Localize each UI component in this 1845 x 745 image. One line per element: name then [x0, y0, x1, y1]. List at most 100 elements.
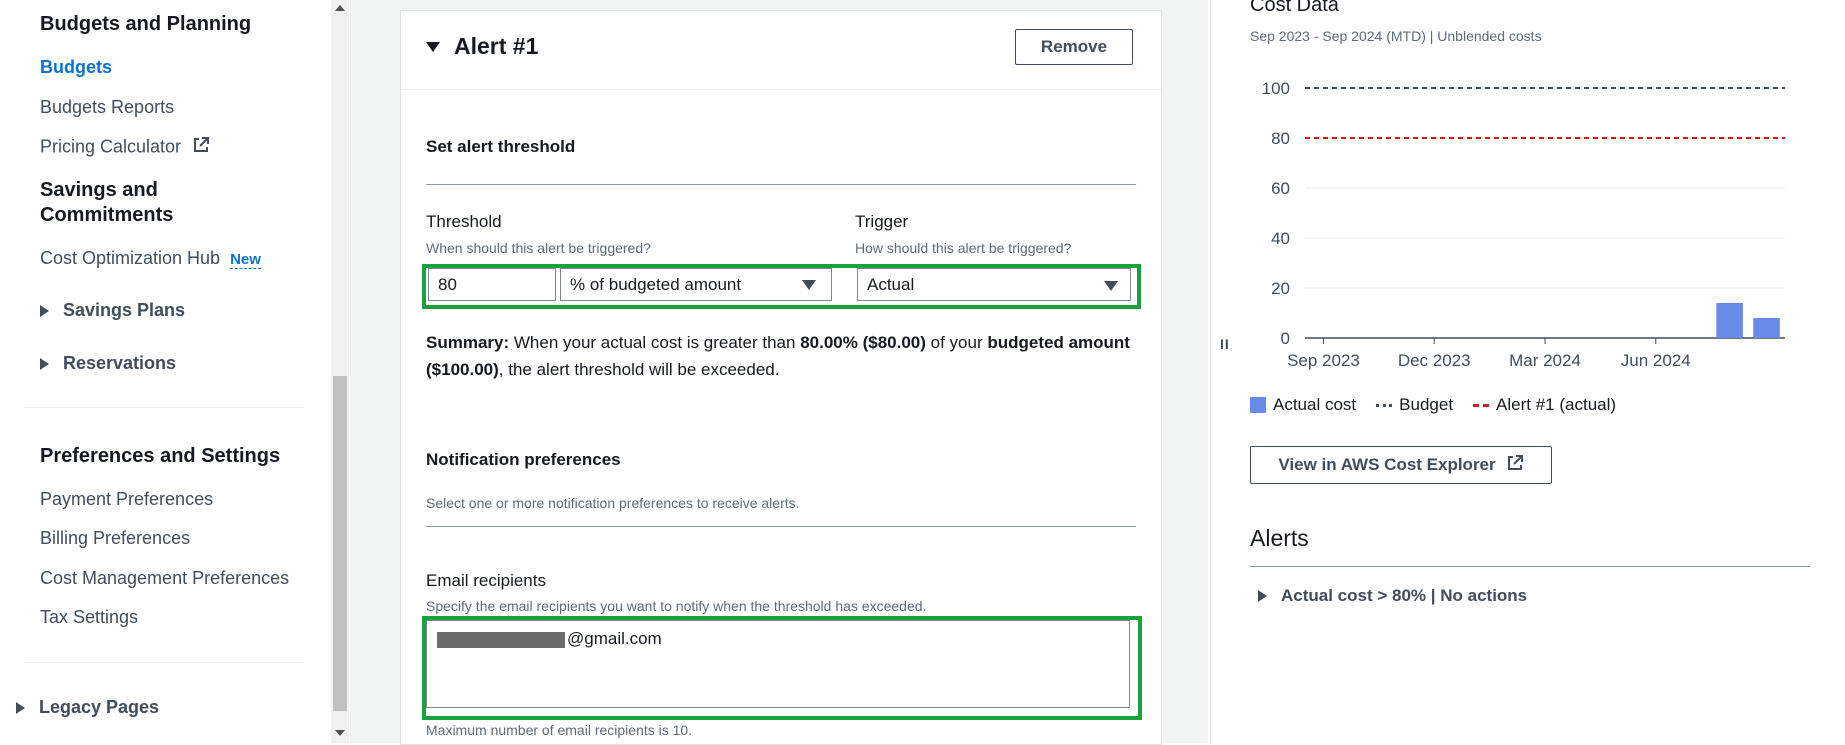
- external-link-icon: [1506, 454, 1524, 477]
- legacy-pages-label: Legacy Pages: [39, 697, 160, 717]
- caret-right-icon: [40, 357, 49, 370]
- remove-button[interactable]: Remove: [1015, 29, 1133, 65]
- threshold-description: When should this alert be triggered?: [426, 240, 651, 256]
- sidebar-item-cost-management-preferences[interactable]: Cost Management Preferences: [40, 568, 289, 589]
- summary-text-2: of your: [930, 333, 983, 352]
- cost-data-subtitle: Sep 2023 - Sep 2024 (MTD) | Unblended co…: [1250, 28, 1542, 44]
- redacted-email: [437, 631, 565, 648]
- section-divider: [426, 184, 1136, 185]
- x-tick-label: Dec 2023: [1398, 351, 1471, 370]
- threshold-input[interactable]: 80: [428, 268, 556, 301]
- sidebar-item-tax-settings[interactable]: Tax Settings: [40, 607, 138, 628]
- y-tick-label: 20: [1271, 279, 1290, 298]
- set-threshold-heading: Set alert threshold: [426, 137, 576, 156]
- sidebar-item-budgets-reports[interactable]: Budgets Reports: [40, 97, 174, 118]
- section-divider: [426, 526, 1136, 527]
- sidebar-divider: [24, 662, 304, 663]
- dropdown-caret-icon: [802, 280, 816, 290]
- email-value: @gmail.com: [567, 629, 662, 648]
- email-recipients-description: Specify the email recipients you want to…: [426, 598, 927, 614]
- caret-down-icon: [426, 41, 440, 52]
- legend-actual-cost: Actual cost: [1250, 395, 1356, 415]
- savings-plans-label: Savings Plans: [63, 300, 186, 320]
- scroll-down-icon[interactable]: [335, 730, 345, 736]
- alert-expandable-row[interactable]: Actual cost > 80% | No actions: [1258, 586, 1527, 606]
- x-tick-label: Mar 2024: [1509, 351, 1581, 370]
- trigger-select[interactable]: Actual: [857, 268, 1131, 301]
- x-tick-label: Sep 2023: [1287, 351, 1360, 370]
- scrollbar-thumb[interactable]: [333, 376, 347, 711]
- view-btn-label: View in AWS Cost Explorer: [1278, 455, 1496, 474]
- threshold-unit-value: % of budgeted amount: [570, 274, 742, 294]
- y-tick-label: 100: [1262, 79, 1290, 98]
- sidebar-item-pricing-calculator[interactable]: Pricing Calculator: [40, 136, 210, 159]
- legend-alert: Alert #1 (actual): [1473, 395, 1616, 415]
- sidebar-item-legacy-pages[interactable]: Legacy Pages: [16, 697, 159, 718]
- trigger-value: Actual: [867, 274, 915, 294]
- alert-title: Alert #1: [454, 33, 539, 59]
- y-tick-label: 60: [1271, 179, 1290, 198]
- summary-label: Summary:: [426, 333, 510, 352]
- threshold-unit-select[interactable]: % of budgeted amount: [560, 268, 832, 301]
- sidebar-section-preferences: Preferences and Settings: [40, 445, 281, 467]
- y-tick-label: 80: [1271, 129, 1290, 148]
- alert-row-label: Actual cost > 80% | No actions: [1281, 586, 1528, 605]
- legend-actual-label: Actual cost: [1273, 395, 1357, 414]
- sidebar-item-savings-plans[interactable]: Savings Plans: [40, 300, 185, 321]
- legend-swatch: [1250, 397, 1266, 413]
- cost-chart: 100 80 60 40 20 0 Sep 2023 Dec 2023 Mar 2024 Jun…: [1262, 79, 1785, 370]
- reservations-label: Reservations: [63, 353, 177, 373]
- y-tick-label: 0: [1281, 329, 1290, 348]
- legend-alert-label: Alert #1 (actual): [1496, 395, 1617, 414]
- alert-card: Alert #1 Remove Set alert threshold Thre…: [400, 10, 1162, 745]
- sidebar-item-cost-optimization-hub[interactable]: Cost Optimization Hub New: [40, 248, 261, 269]
- view-in-cost-explorer-button[interactable]: View in AWS Cost Explorer: [1250, 446, 1552, 484]
- notification-description: Select one or more notification preferen…: [426, 495, 800, 511]
- dropdown-caret-icon: [1104, 281, 1118, 291]
- scroll-up-icon[interactable]: [335, 5, 345, 11]
- trigger-label: Trigger: [855, 212, 909, 231]
- cost-opt-hub-label: Cost Optimization Hub: [40, 248, 221, 268]
- x-tick-label: Jun 2024: [1621, 351, 1691, 370]
- sidebar-item-payment-preferences[interactable]: Payment Preferences: [40, 489, 213, 510]
- legend-dots: [1376, 403, 1393, 407]
- sidebar-item-budgets[interactable]: Budgets: [40, 57, 112, 78]
- new-badge: New: [230, 251, 261, 269]
- sidebar-section-savings: Savings and Commitments: [40, 178, 173, 228]
- caret-right-icon: [16, 701, 25, 714]
- email-recipients-label: Email recipients: [426, 571, 546, 590]
- bar-sep-2024: [1753, 318, 1780, 338]
- alerts-divider: [1250, 566, 1810, 567]
- panel-resize-handle[interactable]: II: [1220, 336, 1230, 352]
- savings-title-line1: Savings and: [40, 179, 158, 201]
- sidebar-item-reservations[interactable]: Reservations: [40, 353, 176, 374]
- email-recipients-textarea[interactable]: @gmail.com: [426, 620, 1130, 708]
- chart-legend: Actual cost Budget Alert #1 (actual): [1250, 395, 1636, 415]
- legend-dashes: [1473, 403, 1490, 407]
- sidebar: Budgets and Planning Budgets Budgets Rep…: [0, 0, 330, 743]
- trigger-description: How should this alert be triggered?: [855, 240, 1072, 256]
- sidebar-divider: [24, 407, 304, 408]
- summary-text: Summary: When your actual cost is greate…: [426, 329, 1138, 383]
- alerts-heading: Alerts: [1250, 525, 1309, 551]
- pricing-calculator-label: Pricing Calculator: [40, 136, 182, 157]
- caret-right-icon: [1258, 590, 1267, 602]
- summary-text-1: When your actual cost is greater than: [513, 333, 796, 352]
- threshold-label: Threshold: [426, 212, 502, 231]
- notification-preferences-heading: Notification preferences: [426, 450, 621, 469]
- max-recipients-note: Maximum number of email recipients is 10…: [426, 722, 693, 738]
- cost-data-title: Cost Data: [1250, 0, 1339, 16]
- legend-budget: Budget: [1376, 395, 1453, 415]
- y-tick-label: 40: [1271, 229, 1290, 248]
- sidebar-item-billing-preferences[interactable]: Billing Preferences: [40, 528, 190, 549]
- savings-title-line2: Commitments: [40, 204, 174, 226]
- external-link-icon: [192, 136, 210, 159]
- alert-card-header: Alert #1 Remove: [401, 11, 1161, 90]
- summary-percent: 80.00% ($80.00): [800, 333, 926, 352]
- alert-toggle[interactable]: Alert #1: [426, 33, 538, 60]
- summary-text-3: , the alert threshold will be exceeded.: [498, 360, 780, 379]
- legend-budget-label: Budget: [1399, 395, 1454, 414]
- bar-aug-2024: [1716, 303, 1743, 338]
- caret-right-icon: [40, 304, 49, 317]
- sidebar-section-budgets-planning: Budgets and Planning: [40, 13, 252, 35]
